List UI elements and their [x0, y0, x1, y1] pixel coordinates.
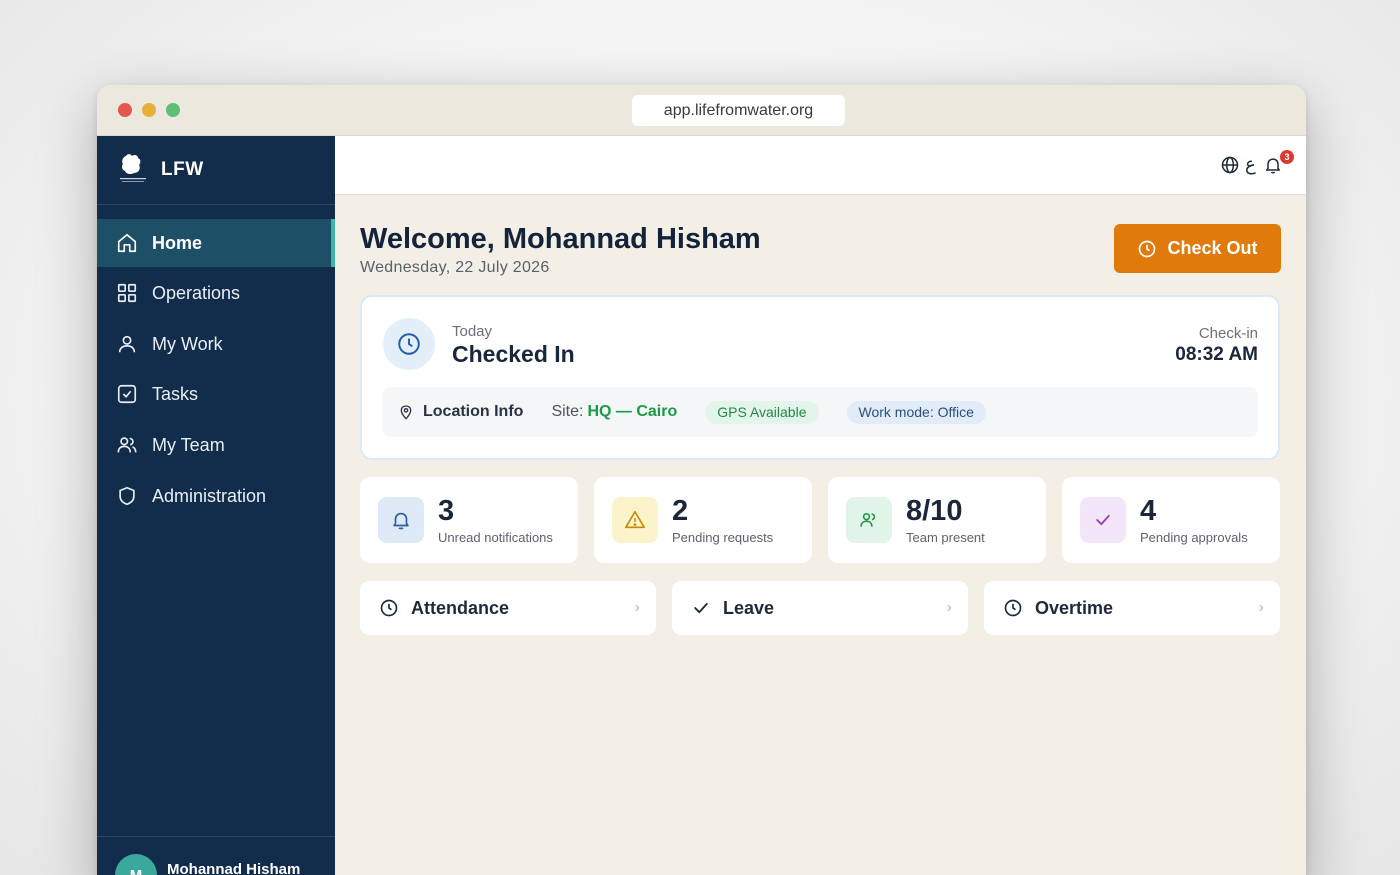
clock-icon — [1139, 240, 1156, 257]
user-profile[interactable]: M Mohannad Hisham — [97, 836, 335, 875]
user-name: Mohannad Hisham — [167, 861, 301, 875]
address-bar[interactable]: app.lifefromwater.org — [632, 95, 845, 126]
top-bar: ع 3 — [335, 136, 1306, 195]
leave-label: Leave — [723, 597, 775, 618]
site-value: HQ — Cairo — [587, 403, 678, 420]
home-icon — [117, 233, 137, 253]
current-date: Wednesday, 22 July 2026 — [360, 259, 550, 276]
sidebar: LFW Home Operations My Work Tasks My Tea… — [97, 136, 335, 875]
brand-name: LFW — [161, 159, 204, 180]
sidebar-item-label: Administration — [152, 485, 267, 506]
check-out-button[interactable]: Check Out — [1114, 224, 1281, 273]
sidebar-item-tasks[interactable]: Tasks — [97, 370, 335, 418]
stat-value: 8/10 — [906, 495, 963, 527]
stat-card-notifications[interactable]: 3 Unread notifications — [360, 477, 578, 563]
page-title: Welcome, Mohannad Hisham — [360, 223, 761, 255]
sidebar-item-home[interactable]: Home — [97, 219, 335, 267]
notification-badge: 3 — [1280, 150, 1294, 164]
clock-icon — [398, 333, 420, 355]
map-pin-icon — [400, 405, 412, 420]
location-info-row: Location Info Site: HQ — Cairo GPS Avail… — [383, 387, 1258, 437]
warning-icon — [625, 510, 645, 529]
stat-label: Pending requests — [672, 530, 774, 545]
sidebar-item-label: My Team — [152, 434, 225, 455]
stat-label: Team present — [906, 530, 985, 545]
globe-icon[interactable] — [1220, 155, 1240, 175]
main-content: Welcome, Mohannad Hisham Wednesday, 22 J… — [335, 195, 1306, 875]
close-window-button[interactable] — [118, 103, 132, 117]
sidebar-item-my-work[interactable]: My Work — [97, 320, 335, 368]
sidebar-item-label: Tasks — [152, 383, 199, 404]
status-icon-container — [383, 318, 435, 370]
clock-icon — [380, 599, 398, 617]
stat-card-team-present[interactable]: 8/10 Team present — [828, 477, 1046, 563]
clock-icon — [1004, 599, 1022, 617]
work-mode-badge: Work mode: Office — [846, 400, 986, 424]
stat-label: Unread notifications — [438, 530, 553, 545]
sidebar-item-label: Home — [152, 232, 203, 253]
attendance-status-card: Today Checked In Check-in 08:32 AM Locat… — [360, 295, 1280, 460]
stat-icon-container — [846, 497, 892, 543]
chevron-right-icon: › — [634, 599, 640, 616]
checkbox-icon — [117, 384, 137, 404]
language-toggle[interactable]: ع — [1245, 154, 1256, 175]
user-icon — [118, 335, 136, 353]
sidebar-divider — [97, 204, 335, 205]
team-icon — [860, 512, 876, 527]
shield-icon — [119, 486, 135, 506]
brand[interactable]: LFW — [117, 150, 204, 190]
site-label: Site: — [551, 403, 584, 420]
browser-titlebar: app.lifefromwater.org — [97, 85, 1306, 136]
stat-icon-container — [612, 497, 658, 543]
stat-icon-container — [1080, 497, 1126, 543]
check-icon — [694, 602, 708, 614]
sidebar-item-operations[interactable]: Operations — [97, 269, 335, 317]
stat-card-requests[interactable]: 2 Pending requests — [594, 477, 812, 563]
avatar: M — [115, 854, 157, 875]
today-label: Today — [452, 323, 493, 340]
leave-link[interactable]: Leave › — [672, 581, 968, 635]
gps-status-badge: GPS Available — [705, 400, 819, 424]
check-icon — [1096, 514, 1110, 526]
attendance-link[interactable]: Attendance › — [360, 581, 656, 635]
sidebar-item-label: Operations — [152, 282, 241, 303]
lfw-logo-icon — [120, 154, 146, 182]
check-out-label: Check Out — [1167, 238, 1258, 258]
sidebar-item-label: My Work — [152, 333, 223, 354]
grid-icon — [117, 283, 137, 303]
stat-value: 2 — [672, 495, 689, 527]
location-title: Location Info — [423, 403, 524, 420]
attendance-state: Checked In — [452, 341, 575, 367]
maximize-window-button[interactable] — [166, 103, 180, 117]
stat-value: 4 — [1140, 495, 1157, 527]
overtime-label: Overtime — [1035, 597, 1114, 618]
browser-window: app.lifefromwater.org LFW Home Operation… — [97, 85, 1306, 875]
check-in-label: Check-in — [1198, 325, 1258, 342]
attendance-label: Attendance — [411, 597, 510, 618]
sidebar-item-administration[interactable]: Administration — [97, 472, 335, 520]
chevron-right-icon: › — [946, 599, 952, 616]
chevron-right-icon: › — [1258, 599, 1264, 616]
minimize-window-button[interactable] — [142, 103, 156, 117]
overtime-link[interactable]: Overtime › — [984, 581, 1280, 635]
check-in-time: 08:32 AM — [1175, 344, 1258, 365]
sidebar-item-my-team[interactable]: My Team — [97, 421, 335, 469]
team-icon — [117, 437, 137, 453]
stat-value: 3 — [438, 495, 455, 527]
stat-icon-container — [378, 497, 424, 543]
stat-label: Pending approvals — [1140, 530, 1248, 545]
bell-icon — [393, 512, 409, 530]
stat-card-approvals[interactable]: 4 Pending approvals — [1062, 477, 1280, 563]
